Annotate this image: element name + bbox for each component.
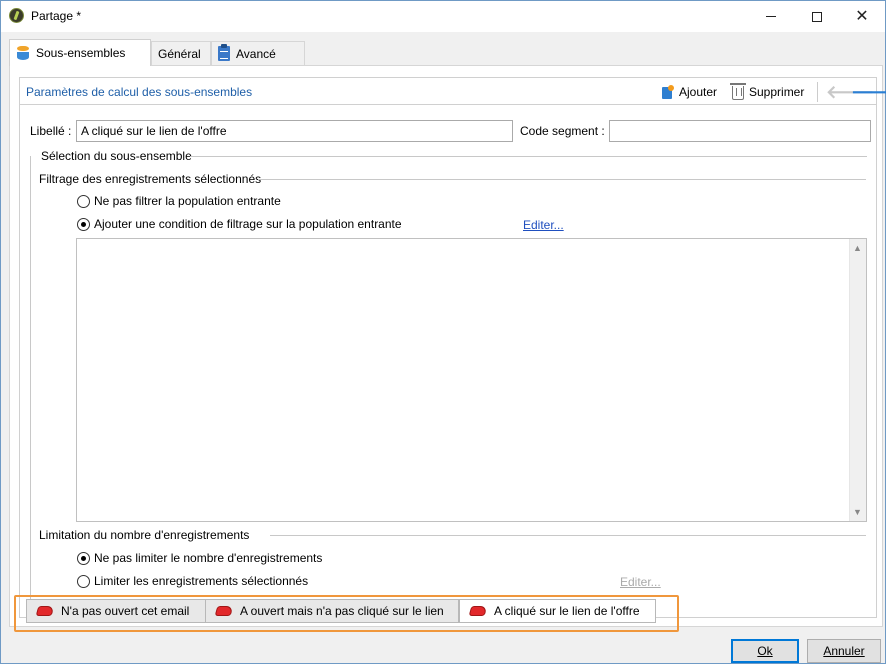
radio-button-selected[interactable] — [77, 551, 90, 565]
radio-no-limit[interactable]: Ne pas limiter le nombre d'enregistremen… — [77, 551, 322, 565]
settings-panel: Paramètres de calcul des sous-ensembles … — [19, 77, 886, 618]
subset-tab-label: N'a pas ouvert cet email — [61, 604, 190, 618]
dialog-window: Partage * ✕ Sous-ensembles Général Avanc… — [0, 0, 886, 664]
fieldset-border-top — [190, 156, 867, 157]
panel-header: Paramètres de calcul des sous-ensembles … — [20, 78, 886, 105]
previous-arrow-icon[interactable]: 🡐 — [826, 83, 874, 101]
radio-label: Ne pas filtrer la population entrante — [94, 194, 281, 208]
subset-tab-label: A ouvert mais n'a pas cliqué sur le lien — [240, 604, 444, 618]
condition-preview-area[interactable]: ▲ ▼ — [76, 238, 867, 522]
radio-label: Ne pas limiter le nombre d'enregistremen… — [94, 551, 323, 565]
radio-button[interactable] — [77, 194, 90, 208]
segment-icon — [468, 606, 488, 616]
add-icon — [660, 84, 674, 100]
close-icon: ✕ — [855, 7, 869, 25]
radio-label: Ajouter une condition de filtrage sur la… — [94, 217, 402, 231]
delete-button[interactable]: Supprimer — [730, 82, 805, 102]
tab-label: Général — [158, 46, 201, 61]
segment-icon — [214, 606, 234, 616]
segment-code-input[interactable] — [609, 120, 871, 142]
ok-button[interactable]: Ok — [731, 639, 799, 663]
vertical-scrollbar[interactable]: ▲ ▼ — [849, 239, 866, 521]
tab-sous-ensembles[interactable]: Sous-ensembles — [9, 39, 151, 66]
add-button[interactable]: Ajouter — [660, 82, 717, 102]
limitation-divider — [270, 535, 866, 536]
tab-label: Sous-ensembles — [36, 46, 126, 60]
window-title: Partage * — [31, 9, 82, 23]
delete-label: Supprimer — [749, 85, 805, 99]
tab-general[interactable]: Général — [151, 41, 211, 65]
subset-tab-label: A cliqué sur le lien de l'offre — [494, 604, 640, 618]
radio-label: Limiter les enregistrements sélectionnés — [94, 574, 309, 588]
selection-title: Sélection du sous-ensemble — [39, 149, 194, 163]
title-bar: Partage * ✕ — [1, 1, 885, 32]
database-icon — [16, 46, 30, 60]
toolbar-separator — [817, 82, 818, 102]
filter-title: Filtrage des enregistrements sélectionné… — [39, 172, 262, 186]
edit-condition-link[interactable]: Editer... — [523, 218, 564, 232]
scroll-down-icon[interactable]: ▼ — [853, 507, 862, 517]
add-label: Ajouter — [679, 85, 718, 99]
trash-icon — [730, 83, 746, 100]
clipboard-icon — [218, 44, 230, 61]
label-input[interactable] — [76, 120, 513, 142]
cancel-button[interactable]: Annuler — [807, 639, 881, 663]
panel-title: Paramètres de calcul des sous-ensembles — [26, 85, 253, 99]
subset-tab-clicked-offer[interactable]: A cliqué sur le lien de l'offre — [459, 599, 656, 623]
tab-avance[interactable]: Avancé — [211, 41, 305, 65]
scroll-up-icon[interactable]: ▲ — [853, 243, 862, 253]
fieldset-border-left — [30, 156, 31, 604]
limitation-title: Limitation du nombre d'enregistrements — [39, 528, 250, 542]
segment-caption: Code segment : — [520, 124, 605, 138]
radio-button-selected[interactable] — [77, 217, 90, 231]
subset-tab-not-opened[interactable]: N'a pas ouvert cet email — [26, 599, 206, 623]
radio-add-condition[interactable]: Ajouter une condition de filtrage sur la… — [77, 217, 402, 231]
edit-limit-link: Editer... — [620, 575, 661, 589]
subset-tab-opened-not-clicked[interactable]: A ouvert mais n'a pas cliqué sur le lien — [205, 599, 459, 623]
maximize-button[interactable] — [794, 1, 840, 32]
tab-label: Avancé — [236, 46, 276, 61]
tab-panel: Paramètres de calcul des sous-ensembles … — [9, 65, 886, 627]
radio-limit[interactable]: Limiter les enregistrements sélectionnés — [77, 574, 308, 588]
app-icon — [9, 8, 24, 23]
minimize-button[interactable] — [748, 1, 794, 32]
minimize-icon — [766, 16, 776, 17]
next-arrow-icon[interactable]: 🡒 — [851, 83, 886, 101]
label-caption: Libellé : — [30, 124, 72, 138]
radio-no-filter[interactable]: Ne pas filtrer la population entrante — [77, 194, 281, 208]
radio-button[interactable] — [77, 574, 90, 588]
maximize-icon — [812, 11, 822, 22]
filter-divider — [258, 179, 866, 180]
segment-icon — [35, 606, 55, 616]
close-button[interactable]: ✕ — [839, 1, 885, 32]
